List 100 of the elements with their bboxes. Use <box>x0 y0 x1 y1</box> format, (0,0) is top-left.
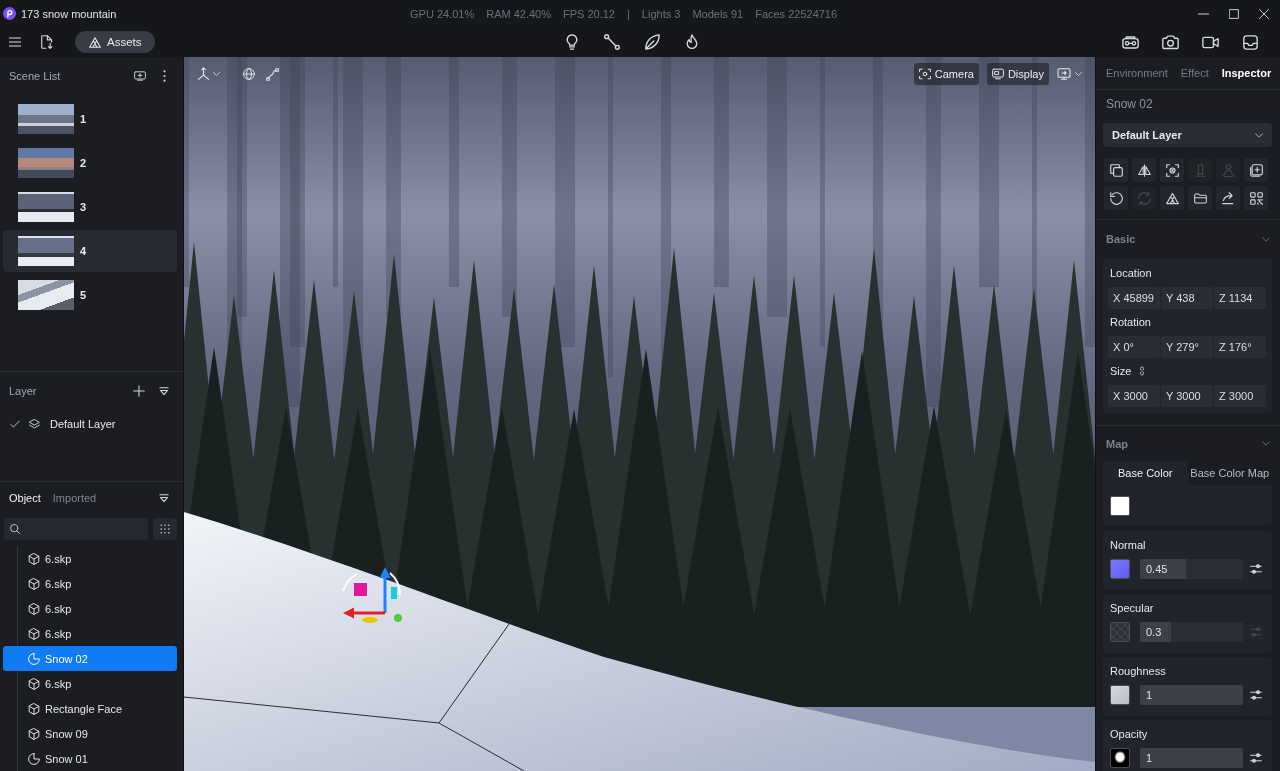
panel-title: Layer <box>9 385 38 397</box>
logo-icon <box>3 7 16 20</box>
tree-item[interactable]: Rectangle Face <box>3 696 177 721</box>
slider-track[interactable]: 1 <box>1140 748 1243 768</box>
tab[interactable]: Object <box>9 492 41 504</box>
display-button[interactable]: Display <box>986 63 1049 85</box>
number-field[interactable]: X 3000 <box>1108 385 1160 407</box>
field-label: Size <box>1110 365 1132 377</box>
check-icon[interactable] <box>10 420 20 428</box>
globe-icon[interactable] <box>243 68 255 80</box>
tab[interactable]: Inspector <box>1221 67 1272 79</box>
caret-icon[interactable] <box>213 72 220 76</box>
rotate-button[interactable] <box>1104 186 1128 210</box>
texture-swatch-icon[interactable] <box>1110 748 1130 768</box>
video-camera-icon[interactable] <box>1202 34 1219 50</box>
channel-label: Opacity <box>1110 727 1149 741</box>
slider-value: 0.45 <box>1145 563 1168 575</box>
tab[interactable]: Base Color Map <box>1187 461 1272 485</box>
tree-item[interactable]: Snow 01 <box>3 746 177 771</box>
number-field[interactable]: Y 3000 <box>1161 385 1213 407</box>
tree-item[interactable]: Snow 09 <box>3 721 177 746</box>
tab[interactable]: Effect <box>1180 67 1209 79</box>
scene-item[interactable]: 2 <box>3 142 177 184</box>
mirror-button[interactable] <box>1132 158 1156 182</box>
camera-button[interactable]: Camera <box>913 63 979 85</box>
chevron-down-icon[interactable] <box>1262 441 1270 446</box>
menu-icon[interactable] <box>9 37 21 47</box>
maximize-icon[interactable] <box>1229 8 1239 19</box>
triangle-button[interactable] <box>1160 186 1184 210</box>
landscape-thumbnail <box>18 148 74 178</box>
vr-headset-icon[interactable] <box>1122 34 1139 50</box>
number-field[interactable]: Z 1134 <box>1214 287 1266 309</box>
folder-button[interactable] <box>1188 186 1212 210</box>
inbox-icon[interactable] <box>1242 34 1259 50</box>
number-field[interactable]: Z 3000 <box>1214 385 1266 407</box>
cube-icon <box>28 702 40 715</box>
copy-button[interactable] <box>1104 158 1128 182</box>
axes-icon[interactable] <box>197 67 210 81</box>
collapse-icon[interactable] <box>159 493 169 503</box>
transform-gizmo-icon[interactable] <box>340 565 404 625</box>
landscape-thumbnail <box>18 280 74 310</box>
more-vertical-icon[interactable] <box>163 70 166 82</box>
tree-item[interactable]: 6.skp <box>3 571 177 596</box>
tree-item[interactable]: 6.skp <box>3 596 177 621</box>
slider-track[interactable]: 0.45 <box>1140 559 1243 579</box>
collapse-icon[interactable] <box>159 386 169 396</box>
plus-icon[interactable] <box>133 385 145 397</box>
grid-view-button[interactable] <box>153 518 177 540</box>
scene-item[interactable]: 1 <box>3 98 177 140</box>
camera-icon[interactable] <box>1162 34 1179 50</box>
qr-code-button[interactable] <box>1244 186 1268 210</box>
tab[interactable]: Imported <box>52 492 97 504</box>
chevron-down-icon[interactable] <box>1262 236 1270 242</box>
number-field[interactable]: X 45899 <box>1108 287 1160 309</box>
scene-item[interactable]: 4 <box>3 230 177 272</box>
status-text: GPU 24.01% <box>410 7 475 20</box>
number-field[interactable]: Z 176° <box>1214 336 1266 358</box>
link-icon[interactable] <box>1139 366 1146 376</box>
status-text: Models 91 <box>692 7 744 20</box>
add-screen-icon[interactable] <box>134 71 146 81</box>
number-field[interactable]: Y 279° <box>1161 336 1213 358</box>
add-button[interactable] <box>1244 158 1268 182</box>
color-swatch-icon[interactable] <box>1110 496 1130 516</box>
light-bulb-icon[interactable] <box>564 34 580 50</box>
number-field[interactable]: X 0° <box>1108 336 1160 358</box>
monitor-arrow-icon[interactable] <box>1057 68 1071 80</box>
connector-icon[interactable] <box>604 34 620 50</box>
target-button[interactable] <box>1160 158 1184 182</box>
slider-track[interactable]: 1 <box>1140 685 1243 705</box>
slider-value: 1 <box>1145 689 1153 701</box>
leaf-icon[interactable] <box>644 34 660 50</box>
share-button[interactable] <box>1216 186 1240 210</box>
texture-swatch-icon[interactable] <box>1110 622 1130 642</box>
tree-item[interactable]: 6.skp <box>3 546 177 571</box>
tree-item[interactable]: 6.skp <box>3 621 177 646</box>
tab[interactable]: Environment <box>1106 67 1168 79</box>
texture-swatch-icon[interactable] <box>1110 685 1130 705</box>
status-text: Lights 3 <box>641 7 681 20</box>
scene-item[interactable]: 5 <box>3 274 177 316</box>
minimize-icon[interactable] <box>1198 12 1209 15</box>
number-field[interactable]: Y 438 <box>1161 287 1213 309</box>
pie-icon <box>28 752 40 765</box>
path-nodes-icon[interactable] <box>266 67 279 81</box>
close-icon[interactable] <box>1259 8 1269 19</box>
texture-swatch-icon[interactable] <box>1110 559 1130 579</box>
tree-item[interactable]: Snow 02 <box>3 646 177 671</box>
caret-icon[interactable] <box>1075 72 1082 76</box>
tab[interactable]: Base Color <box>1103 461 1188 485</box>
search-field[interactable] <box>4 518 148 540</box>
grid-icon <box>160 524 170 534</box>
layer-item[interactable]: Default Layer <box>0 412 183 436</box>
file-import-icon[interactable] <box>41 35 53 49</box>
cube-icon <box>28 627 40 640</box>
flame-icon[interactable] <box>684 34 700 50</box>
tree-item[interactable]: 6.skp <box>3 671 177 696</box>
assets-button[interactable]: Assets <box>75 31 155 53</box>
scene-item[interactable]: 3 <box>3 186 177 228</box>
layer-dropdown[interactable]: Default Layer <box>1103 123 1272 147</box>
slider-track[interactable]: 0.3 <box>1140 622 1243 642</box>
channel-label: Normal <box>1110 538 1147 552</box>
